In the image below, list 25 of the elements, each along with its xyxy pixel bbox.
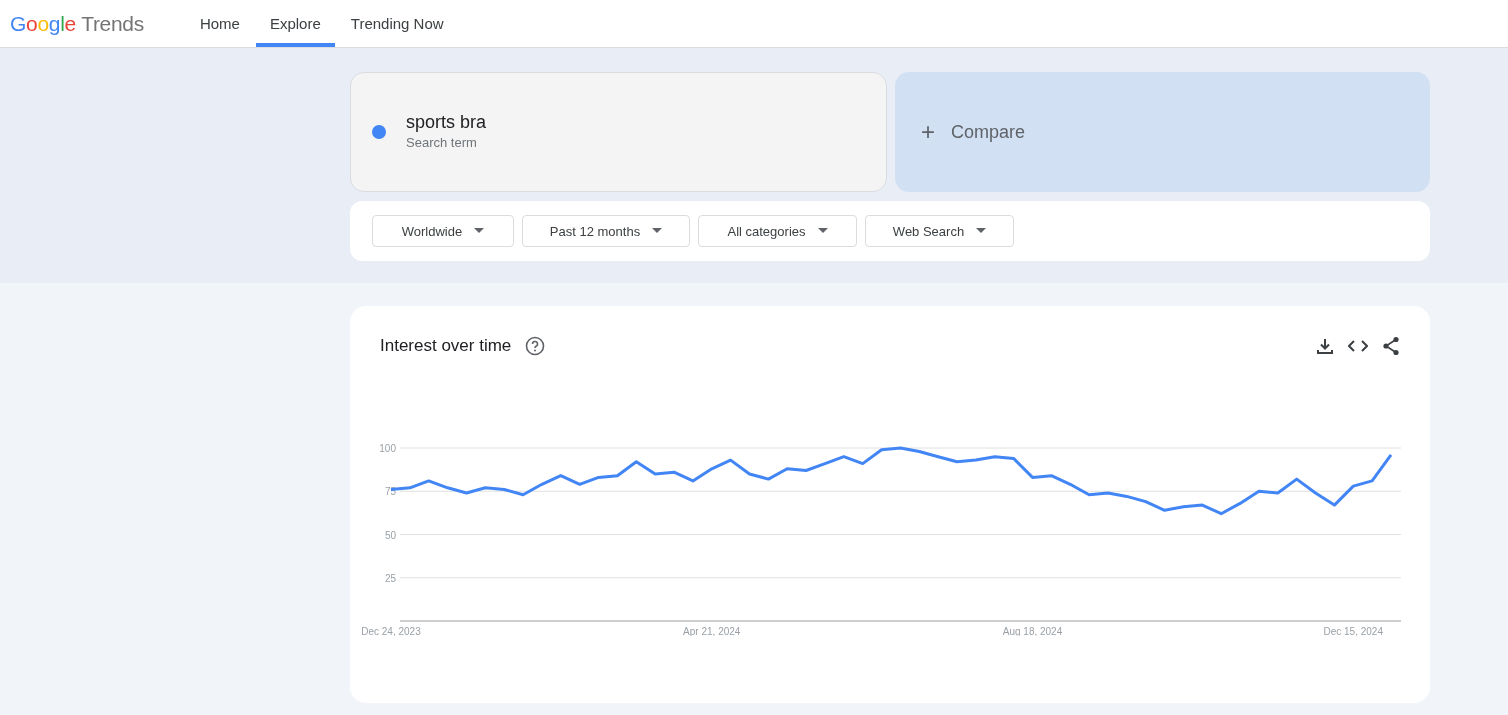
filter-dropdown[interactable]: Worldwide <box>372 215 514 247</box>
caret-icon <box>817 228 828 234</box>
x-axis-label: Dec 24, 2023 <box>361 626 421 636</box>
share-icon[interactable] <box>1382 336 1400 356</box>
embed-code-icon[interactable] <box>1348 339 1368 353</box>
x-axis-label: Dec 15, 2024 <box>1323 626 1383 636</box>
download-icon[interactable] <box>1316 337 1334 355</box>
google-trends-logo[interactable]: Google Trends <box>10 11 144 36</box>
search-term: sports bra <box>406 112 487 133</box>
help-icon[interactable] <box>525 336 546 356</box>
filter-dropdown[interactable]: All categories <box>698 215 857 247</box>
y-axis-label: 25 <box>384 572 396 584</box>
chart-title: Interest over time <box>380 336 512 356</box>
search-term-card[interactable]: sports bra Search term <box>350 72 887 192</box>
nav-tab[interactable]: Home <box>185 0 254 47</box>
caret-icon <box>976 228 987 234</box>
y-axis-label: 50 <box>384 529 396 541</box>
y-axis-label: 100 <box>379 443 396 454</box>
filter-dropdown[interactable]: Past 12 months <box>522 215 690 247</box>
caret-icon <box>474 228 485 234</box>
caret-icon <box>652 228 663 234</box>
compare-button[interactable]: + Compare <box>895 72 1430 192</box>
filter-dropdown[interactable]: Web Search <box>865 215 1014 247</box>
search-term-label: Search term <box>406 135 478 150</box>
nav-tab[interactable]: Trending Now <box>336 0 458 47</box>
